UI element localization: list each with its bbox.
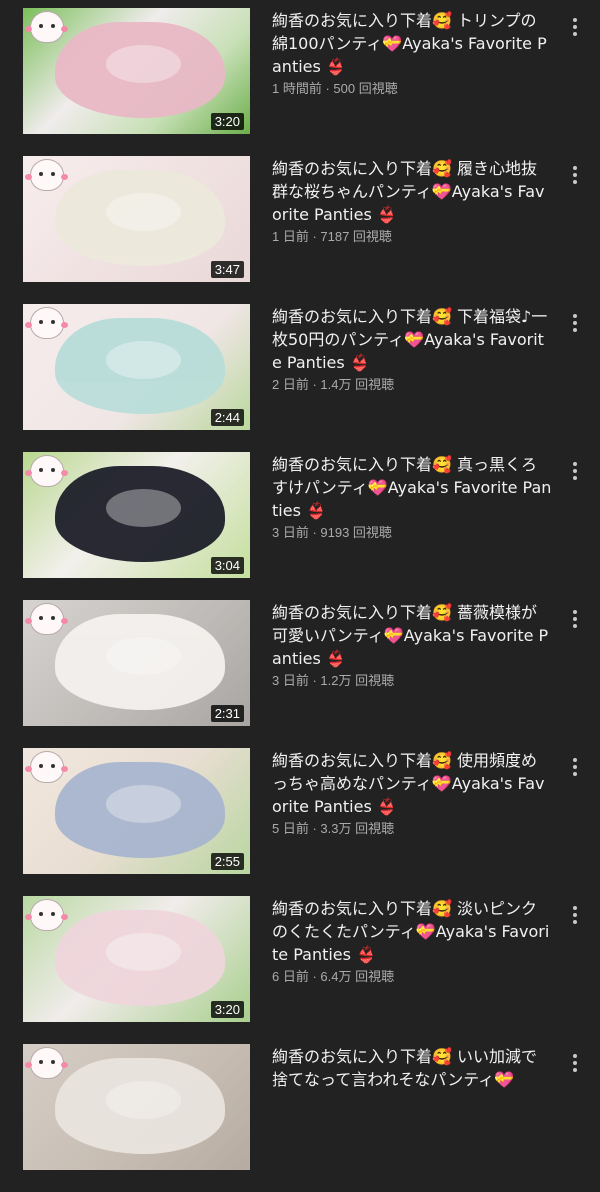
- video-duration: 3:20: [210, 1001, 244, 1018]
- video-title[interactable]: 絢香のお気に入り下着🥰 使用頻度めっちゃ高めなパンティ💝Ayaka's Favo…: [272, 749, 552, 818]
- video-thumbnail[interactable]: 3:04: [23, 452, 250, 578]
- video-meta: 2 日前 · 1.4万 回視聴: [272, 377, 395, 392]
- video-thumbnail[interactable]: 2:55: [23, 748, 250, 874]
- video-duration: 2:55: [210, 853, 244, 870]
- video-title[interactable]: 絢香のお気に入り下着🥰 真っ黒くろすけパンティ💝Ayaka's Favorite…: [272, 453, 552, 522]
- video-thumbnail[interactable]: 2:31: [23, 600, 250, 726]
- channel-mascot-icon: [25, 308, 63, 338]
- video-duration: 3:04: [210, 557, 244, 574]
- video-meta: 3 日前 · 1.2万 回視聴: [272, 673, 395, 688]
- video-item[interactable]: 2:44 絢香のお気に入り下着🥰 下着福袋♪一枚50円のパンティ💝Ayaka's…: [0, 304, 600, 452]
- video-thumbnail[interactable]: 3:47: [23, 156, 250, 282]
- channel-mascot-icon: [25, 1048, 63, 1078]
- channel-mascot-icon: [25, 160, 63, 190]
- video-item[interactable]: 2:55 絢香のお気に入り下着🥰 使用頻度めっちゃ高めなパンティ💝Ayaka's…: [0, 748, 600, 896]
- channel-mascot-icon: [25, 900, 63, 930]
- video-title[interactable]: 絢香のお気に入り下着🥰 トリンプの綿100パンティ💝Ayaka's Favori…: [272, 9, 552, 78]
- channel-mascot-icon: [25, 12, 63, 42]
- video-list: 3:20 絢香のお気に入り下着🥰 トリンプの綿100パンティ💝Ayaka's F…: [0, 8, 600, 1192]
- video-item[interactable]: 3:04 絢香のお気に入り下着🥰 真っ黒くろすけパンティ💝Ayaka's Fav…: [0, 452, 600, 600]
- video-thumbnail[interactable]: 3:20: [23, 896, 250, 1022]
- channel-mascot-icon: [25, 456, 63, 486]
- more-vert-icon[interactable]: [566, 758, 584, 780]
- video-thumbnail[interactable]: 2:44: [23, 304, 250, 430]
- video-item[interactable]: 3:20 絢香のお気に入り下着🥰 トリンプの綿100パンティ💝Ayaka's F…: [0, 8, 600, 156]
- video-duration: 2:44: [210, 409, 244, 426]
- video-thumbnail[interactable]: [23, 1044, 250, 1170]
- video-meta: 1 日前 · 7187 回視聴: [272, 229, 392, 244]
- video-meta: 5 日前 · 3.3万 回視聴: [272, 821, 395, 836]
- more-vert-icon[interactable]: [566, 610, 584, 632]
- video-title[interactable]: 絢香のお気に入り下着🥰 履き心地抜群な桜ちゃんパンティ💝Ayaka's Favo…: [272, 157, 552, 226]
- video-title[interactable]: 絢香のお気に入り下着🥰 薔薇模様が可愛いパンティ💝Ayaka's Favorit…: [272, 601, 552, 670]
- video-item[interactable]: 絢香のお気に入り下着🥰 いい加減で捨てなって言われそなパンティ💝: [0, 1044, 600, 1192]
- video-title[interactable]: 絢香のお気に入り下着🥰 下着福袋♪一枚50円のパンティ💝Ayaka's Favo…: [272, 305, 552, 374]
- more-vert-icon[interactable]: [566, 1054, 584, 1076]
- more-vert-icon[interactable]: [566, 462, 584, 484]
- video-thumbnail[interactable]: 3:20: [23, 8, 250, 134]
- video-duration: 3:47: [210, 261, 244, 278]
- more-vert-icon[interactable]: [566, 166, 584, 188]
- video-item[interactable]: 2:31 絢香のお気に入り下着🥰 薔薇模様が可愛いパンティ💝Ayaka's Fa…: [0, 600, 600, 748]
- video-item[interactable]: 3:47 絢香のお気に入り下着🥰 履き心地抜群な桜ちゃんパンティ💝Ayaka's…: [0, 156, 600, 304]
- more-vert-icon[interactable]: [566, 314, 584, 336]
- video-title[interactable]: 絢香のお気に入り下着🥰 淡いピンクのくたくたパンティ💝Ayaka's Favor…: [272, 897, 552, 966]
- channel-mascot-icon: [25, 604, 63, 634]
- more-vert-icon[interactable]: [566, 18, 584, 40]
- video-meta: 6 日前 · 6.4万 回視聴: [272, 969, 395, 984]
- video-meta: 3 日前 · 9193 回視聴: [272, 525, 392, 540]
- more-vert-icon[interactable]: [566, 906, 584, 928]
- video-title[interactable]: 絢香のお気に入り下着🥰 いい加減で捨てなって言われそなパンティ💝: [272, 1045, 552, 1091]
- video-duration: 2:31: [210, 705, 244, 722]
- video-item[interactable]: 3:20 絢香のお気に入り下着🥰 淡いピンクのくたくたパンティ💝Ayaka's …: [0, 896, 600, 1044]
- video-meta: 1 時間前 · 500 回視聴: [272, 81, 398, 96]
- video-duration: 3:20: [210, 113, 244, 130]
- channel-mascot-icon: [25, 752, 63, 782]
